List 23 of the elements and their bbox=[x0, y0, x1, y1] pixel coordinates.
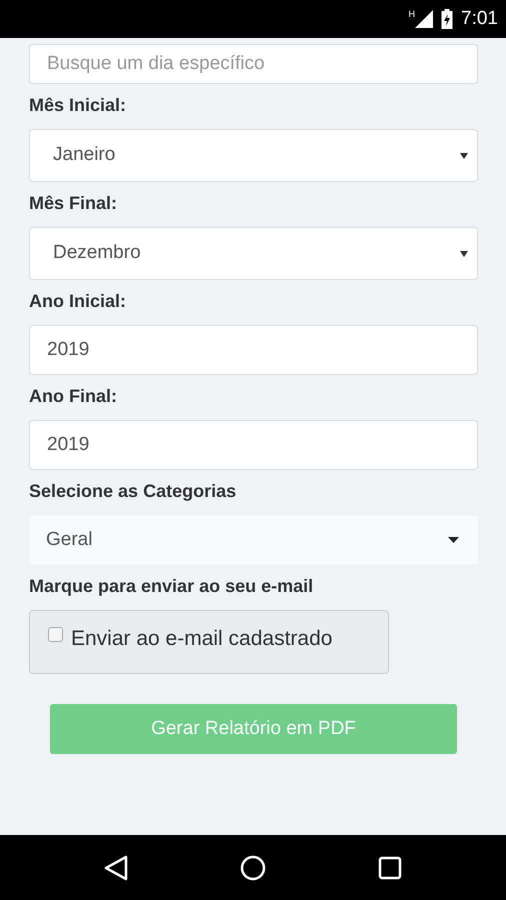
select-field[interactable]: Dezembro bbox=[29, 227, 478, 280]
signal-icon bbox=[415, 10, 434, 28]
select-field[interactable]: Janeiro bbox=[29, 129, 478, 182]
field-label: Ano Final: bbox=[29, 385, 118, 408]
caret-icon bbox=[448, 537, 459, 543]
field-label: Marque para enviar ao seu e-mail bbox=[29, 575, 314, 598]
field-label: Ano Inicial: bbox=[29, 290, 128, 313]
input-field[interactable]: 2019 bbox=[29, 325, 478, 375]
checkbox-label: Enviar ao e-mail cadastrado bbox=[71, 626, 332, 652]
clock-text: 7:01 bbox=[461, 6, 498, 31]
back-icon[interactable] bbox=[104, 854, 128, 880]
field-label: Mês Inicial: bbox=[29, 94, 128, 117]
field-label: Selecione as Categorias bbox=[29, 480, 238, 503]
recents-icon[interactable] bbox=[378, 856, 402, 880]
home-icon[interactable] bbox=[240, 854, 266, 880]
input-field[interactable]: 2019 bbox=[29, 420, 478, 470]
field-label: Mês Final: bbox=[29, 192, 118, 215]
battery-icon bbox=[441, 9, 454, 29]
dropdown-field[interactable]: Geral bbox=[29, 515, 478, 565]
checkbox[interactable] bbox=[48, 627, 63, 642]
caret-icon bbox=[460, 250, 468, 256]
caret-icon bbox=[460, 152, 468, 158]
network-type-label: H bbox=[408, 8, 416, 21]
